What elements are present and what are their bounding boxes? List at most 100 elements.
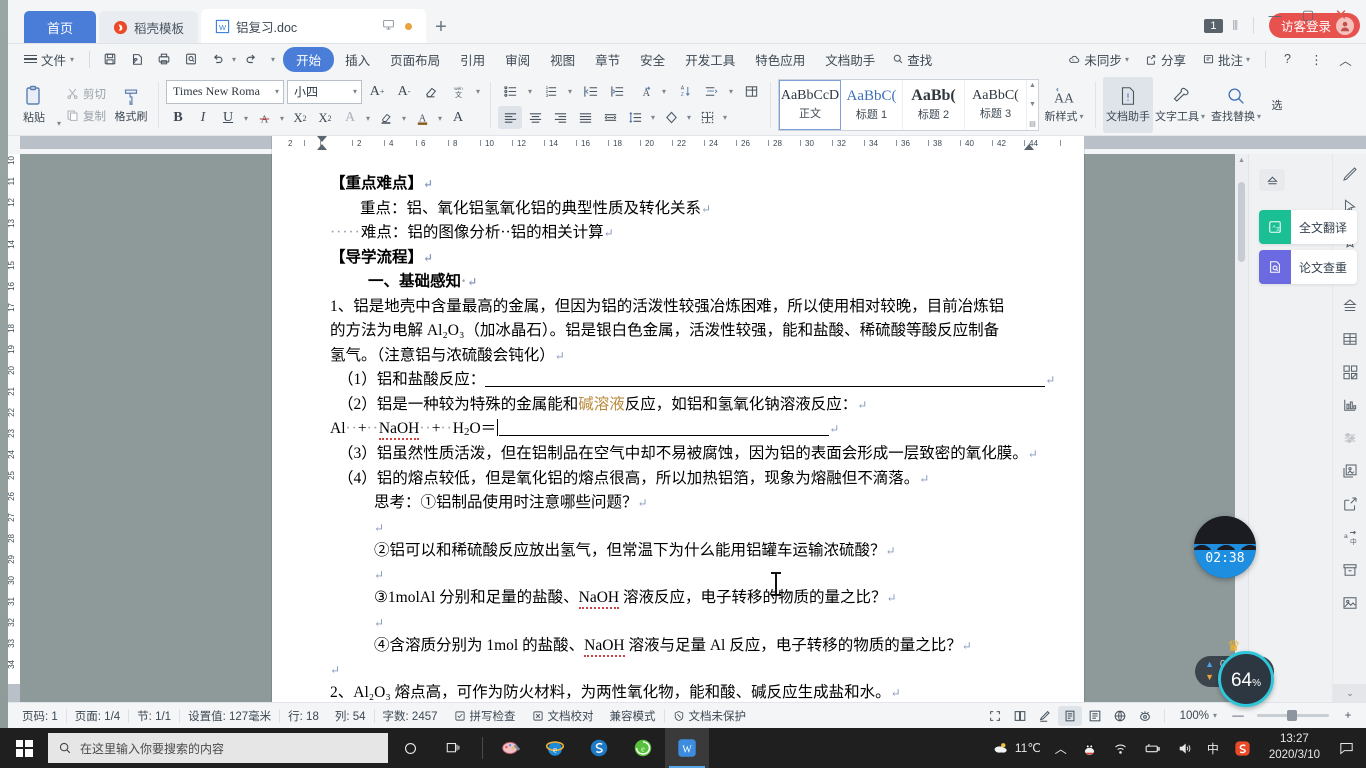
minimize-button[interactable]: — xyxy=(1260,4,1290,26)
style-expand-icon[interactable]: ▤ xyxy=(1029,120,1036,128)
battery-icon[interactable] xyxy=(1136,728,1169,768)
taskbar-clock[interactable]: 13:27 2020/3/10 xyxy=(1259,728,1330,768)
image-stack-icon[interactable] xyxy=(1336,457,1364,485)
plagiarism-check-button[interactable]: 论文查重 xyxy=(1259,250,1357,284)
zoom-in-button[interactable]: + xyxy=(1336,706,1360,726)
tab-developer[interactable]: 开发工具 xyxy=(676,47,744,72)
tab-page-layout[interactable]: 页面布局 xyxy=(381,47,449,72)
shading-icon[interactable] xyxy=(659,106,683,129)
style-heading-2[interactable]: AaBb( 标题 2 xyxy=(903,79,966,130)
shrink-font-button[interactable]: A- xyxy=(392,80,416,103)
show-marks-dropdown-icon[interactable]: ▾ xyxy=(726,87,736,96)
search-input[interactable]: 在这里输入你要搜索的内容 xyxy=(48,733,388,763)
internet-explorer-icon[interactable]: e xyxy=(533,728,577,768)
document-scroll-region[interactable]: 【重点难点】↵ 重点：铝、氧化铝氢氧化铝的典型性质及转化关系↵ ·····难点：… xyxy=(20,154,1248,702)
collapse-ribbon-button[interactable]: ︿ xyxy=(1333,48,1358,70)
status-column[interactable]: 列: 54 xyxy=(327,708,374,724)
font-color-button[interactable]: A xyxy=(410,107,434,130)
document-page[interactable]: 【重点难点】↵ 重点：铝、氧化铝氢氧化铝的典型性质及转化关系↵ ·····难点：… xyxy=(272,154,1084,702)
underline-dropdown-icon[interactable]: ▾ xyxy=(241,114,251,123)
hanging-indent-marker[interactable] xyxy=(317,144,327,150)
customize-toolbar-icon[interactable]: ▾ xyxy=(271,55,275,64)
line-spacing-dropdown-icon[interactable]: ▾ xyxy=(648,113,658,122)
cut-button[interactable]: 剪切 xyxy=(62,84,110,104)
share-export-icon[interactable] xyxy=(1336,490,1364,518)
undo-dropdown-icon[interactable]: ▾ xyxy=(232,55,236,64)
sliders-icon[interactable] xyxy=(1336,424,1364,452)
zoom-out-button[interactable]: — xyxy=(1226,706,1250,726)
tab-home[interactable]: 首页 xyxy=(24,11,96,43)
status-setting-value[interactable]: 设置值: 127毫米 xyxy=(180,708,279,724)
split-handle-icon[interactable]: ⫴ xyxy=(1233,18,1238,34)
align-center-icon[interactable] xyxy=(523,106,547,129)
zoom-slider[interactable] xyxy=(1257,710,1329,721)
tab-doc-assistant[interactable]: 文档助手 xyxy=(816,47,884,72)
status-page-number[interactable]: 页码: 1 xyxy=(14,708,66,724)
superscript-button[interactable]: X2 xyxy=(288,107,312,130)
bold-button[interactable]: B xyxy=(166,107,190,130)
tab-security[interactable]: 安全 xyxy=(631,47,674,72)
cloud-sync-button[interactable]: 未同步 ▾ xyxy=(1062,47,1135,72)
outline-icon[interactable] xyxy=(1083,706,1107,726)
char-border-button[interactable]: A xyxy=(338,107,362,130)
archive-icon[interactable] xyxy=(1336,556,1364,584)
zoom-slider-knob[interactable] xyxy=(1287,710,1297,721)
new-tab-button[interactable]: + xyxy=(426,11,456,43)
tab-review[interactable]: 审阅 xyxy=(496,47,539,72)
wps-office-icon[interactable]: W xyxy=(665,728,709,768)
find-doc-icon[interactable] xyxy=(178,48,203,70)
borders-icon[interactable] xyxy=(695,106,719,129)
scrollbar-thumb[interactable] xyxy=(1238,182,1245,262)
underline-button[interactable]: U xyxy=(216,107,240,130)
style-heading-1[interactable]: AaBbC( 标题 1 xyxy=(841,79,904,130)
style-gallery-scroll[interactable]: ▲ ▼ ▤ xyxy=(1027,80,1038,130)
justify-icon[interactable] xyxy=(573,106,597,129)
bullet-list-dropdown-icon[interactable]: ▾ xyxy=(525,87,535,96)
undo-icon[interactable] xyxy=(205,48,230,70)
char-border-dropdown-icon[interactable]: ▾ xyxy=(363,114,373,123)
more-options-button[interactable]: ⋮ xyxy=(1304,48,1329,70)
first-line-indent-marker[interactable] xyxy=(317,136,327,142)
close-button[interactable]: ✕ xyxy=(1326,4,1356,26)
memory-usage-gauge[interactable]: 64% xyxy=(1218,651,1274,707)
print-preview-icon[interactable] xyxy=(124,48,149,70)
translate-ab-icon[interactable]: a中 xyxy=(1336,523,1364,551)
picture-icon[interactable] xyxy=(1336,589,1364,617)
file-menu-button[interactable]: 文件 ▾ xyxy=(16,48,82,71)
start-icon[interactable] xyxy=(0,728,48,768)
status-proofread[interactable]: 文档校对 xyxy=(524,708,602,724)
copy-button[interactable]: 复制 xyxy=(62,106,110,126)
scroll-down-icon[interactable]: ▼ xyxy=(1029,101,1036,108)
find-button[interactable]: 查找 xyxy=(886,47,938,72)
sogou-browser-icon[interactable] xyxy=(577,728,621,768)
asian-layout-icon[interactable]: A xyxy=(632,80,656,103)
table-icon[interactable] xyxy=(1336,325,1364,353)
qq-icon[interactable] xyxy=(1074,728,1105,768)
ime-indicator[interactable]: 中 xyxy=(1200,728,1226,768)
highlight-dropdown-icon[interactable]: ▾ xyxy=(399,114,409,123)
status-section[interactable]: 节: 1/1 xyxy=(129,708,179,724)
font-size-select[interactable]: 小四 ▾ xyxy=(287,79,363,104)
asian-layout-dropdown-icon[interactable]: ▾ xyxy=(659,87,669,96)
shading-dropdown-icon[interactable]: ▾ xyxy=(684,113,694,122)
apps-grid-icon[interactable] xyxy=(1336,358,1364,386)
paste-button[interactable]: 粘贴 xyxy=(12,77,56,133)
two-page-icon[interactable] xyxy=(1008,706,1032,726)
right-indent-marker[interactable] xyxy=(1024,144,1034,150)
pinyin-guide-icon[interactable]: wén 文 xyxy=(446,80,470,103)
comment-button[interactable]: 批注 ▾ xyxy=(1196,47,1256,72)
format-painter-button[interactable]: 格式刷 xyxy=(111,77,151,133)
wifi-icon[interactable] xyxy=(1105,728,1136,768)
tab-start[interactable]: 开始 xyxy=(283,46,335,72)
status-compat-mode[interactable]: 兼容模式 xyxy=(602,708,664,724)
new-style-button[interactable]: AA 新样式 ▾ xyxy=(1040,77,1088,133)
notification-icon[interactable] xyxy=(1330,728,1362,768)
bullet-list-icon[interactable] xyxy=(498,80,522,103)
present-icon[interactable] xyxy=(382,18,395,34)
char-enclose-button[interactable]: A xyxy=(446,107,470,130)
document-content[interactable]: 【重点难点】↵ 重点：铝、氧化铝氢氧化铝的典型性质及转化关系↵ ·····难点：… xyxy=(272,154,1084,702)
scroll-up-icon[interactable]: ▲ xyxy=(1029,82,1036,89)
full-text-translate-button[interactable]: A文 全文翻译 xyxy=(1259,210,1357,244)
scroll-up-button[interactable]: ▲ xyxy=(1235,154,1248,166)
align-right-icon[interactable] xyxy=(548,106,572,129)
